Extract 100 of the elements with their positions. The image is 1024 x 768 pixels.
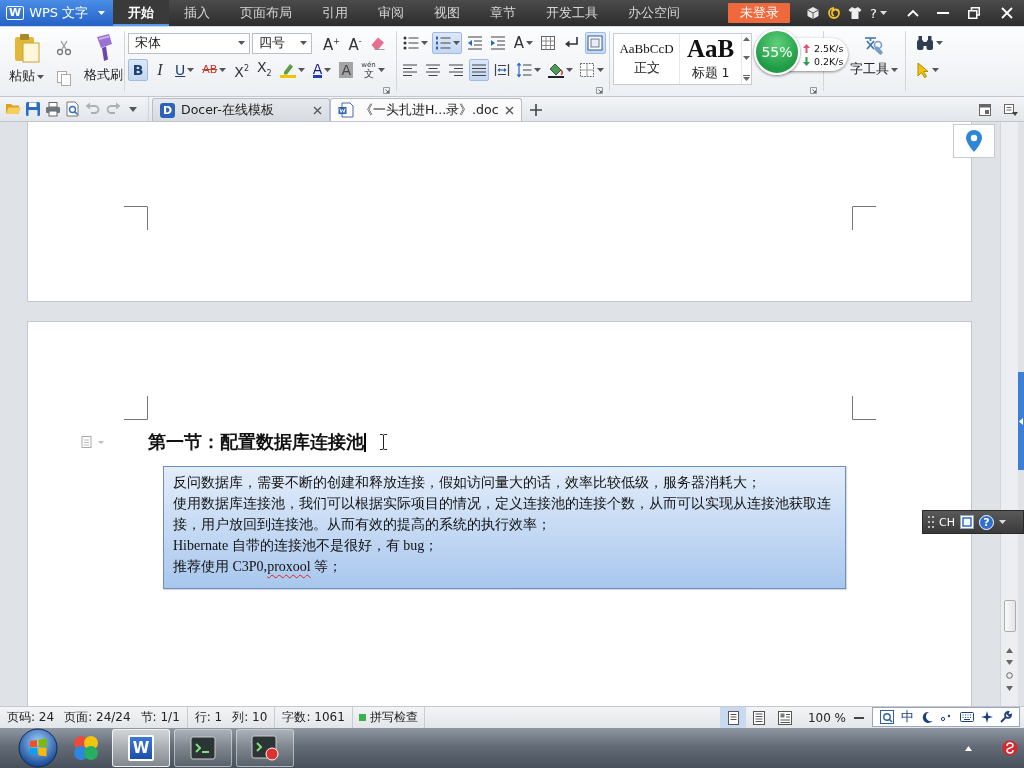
undo-icon xyxy=(85,101,101,117)
scissors-icon[interactable] xyxy=(56,40,72,56)
taskbar-app-button[interactable] xyxy=(174,729,232,767)
page-magnifier-icon xyxy=(65,101,81,117)
scrollbar-thumb[interactable] xyxy=(1003,600,1016,632)
side-panel-handle[interactable] xyxy=(1018,372,1024,470)
menu-tab[interactable]: 审阅 xyxy=(363,0,419,26)
paste-button[interactable]: 粘贴 xyxy=(5,32,48,86)
shirt-icon[interactable] xyxy=(847,6,862,20)
app-menu-button[interactable]: W WPS 文字 xyxy=(0,0,113,26)
menu-tab[interactable]: 页面布局 xyxy=(225,0,307,26)
pointer-icon xyxy=(916,62,930,78)
input-panel-icon[interactable] xyxy=(959,515,974,529)
circle-icon[interactable] xyxy=(1006,672,1013,679)
close-icon[interactable] xyxy=(313,105,322,115)
taskbar-app-button[interactable] xyxy=(236,729,294,767)
menu-tab[interactable]: 办公空间 xyxy=(613,0,695,26)
scroll-down-icon[interactable] xyxy=(743,56,750,60)
input-panel-icon[interactable] xyxy=(879,710,894,724)
caret-icon xyxy=(37,74,44,79)
taskbar-app-button[interactable]: W xyxy=(112,729,170,767)
grow-font-button[interactable]: A$^{+}$ xyxy=(320,32,343,54)
line-break-icon xyxy=(563,35,580,51)
subscript-button[interactable]: X$_{2}$ xyxy=(254,59,275,81)
plus-icon xyxy=(529,104,542,116)
scroll-up-icon[interactable] xyxy=(1006,648,1013,653)
paragraph-handle-icon[interactable] xyxy=(81,436,106,448)
border-icon xyxy=(578,62,595,78)
location-button[interactable] xyxy=(953,124,995,158)
text-tools-button[interactable]: 字工具 xyxy=(846,33,902,79)
char-scale-button[interactable]: A xyxy=(511,32,536,54)
superscript-button[interactable]: X$^{2}$ xyxy=(231,59,252,81)
margin-corner-mark xyxy=(124,396,148,420)
format-painter-button[interactable]: 格式刷 xyxy=(80,32,127,85)
font-color-button[interactable]: A xyxy=(309,59,335,81)
restore-icon[interactable] xyxy=(968,7,980,19)
help-button[interactable]: ? xyxy=(978,514,994,530)
page-icon xyxy=(725,710,740,725)
paragraph: 使用数据库连接池，我们可以根据实际项目的情况，定义连接池的连接个数，从而可以实现从连接池获取连接，用户放回到连接池。从而有效的提高的系统的执行效率； xyxy=(173,495,832,534)
caret-icon xyxy=(879,11,887,15)
keyboard-icon[interactable] xyxy=(959,712,974,722)
help-button[interactable]: ? xyxy=(865,0,892,26)
close-icon[interactable] xyxy=(504,105,514,115)
menu-tab[interactable]: 引用 xyxy=(307,0,363,26)
spell-check-button[interactable]: 拼写检查 xyxy=(352,707,424,728)
location-pin-icon xyxy=(966,130,982,152)
font-size-field[interactable]: 四号 xyxy=(252,32,312,54)
menu-tab[interactable]: 开始 xyxy=(113,0,169,26)
lines-icon xyxy=(751,710,766,725)
binoculars-icon xyxy=(916,35,934,51)
shrink-font-button[interactable]: A$^{-}$ xyxy=(344,32,365,54)
margin-corner-mark xyxy=(852,206,876,230)
cube-icon[interactable] xyxy=(805,6,820,20)
grip-icon[interactable] xyxy=(928,516,934,528)
moon-icon[interactable] xyxy=(921,711,934,723)
highlighter-icon xyxy=(279,62,296,78)
chevron-up-icon[interactable] xyxy=(907,9,919,17)
folder-icon xyxy=(5,101,21,117)
tray-app-icon[interactable] xyxy=(1002,740,1018,756)
scroll-up-icon[interactable] xyxy=(743,37,750,41)
caret-icon xyxy=(998,520,1006,524)
scroll-down-icon[interactable] xyxy=(1006,660,1013,665)
bold-button[interactable]: B xyxy=(128,59,148,81)
numbering-button[interactable] xyxy=(432,32,463,54)
menu-tab[interactable]: 插入 xyxy=(169,0,225,26)
strikethrough-button[interactable]: AB xyxy=(199,59,230,81)
font-name-field[interactable]: 宋体 xyxy=(128,32,250,54)
document-tab[interactable]: 《一头扎进H...录》.doc xyxy=(330,98,522,121)
circles-icon xyxy=(71,733,101,763)
dialog-launcher-icon xyxy=(810,86,817,94)
input-mode-label[interactable]: 中 xyxy=(900,708,914,726)
style-option[interactable]: AaBbCcD 正文 xyxy=(614,34,680,84)
start-button[interactable] xyxy=(18,728,58,768)
save-button[interactable] xyxy=(23,99,43,119)
distribute-icon xyxy=(493,62,510,78)
style-option[interactable]: AaB 标题 1 xyxy=(680,34,742,84)
document-tab[interactable]: D Docer-在线模板 xyxy=(152,98,330,121)
menu-tab[interactable]: 章节 xyxy=(475,0,531,26)
justify-button[interactable] xyxy=(468,59,490,81)
tray-arrow-icon[interactable] xyxy=(965,745,972,751)
italic-button[interactable]: I xyxy=(150,59,170,81)
menu-tab[interactable]: 视图 xyxy=(419,0,475,26)
layout-icon xyxy=(777,710,792,725)
underline-button[interactable]: U xyxy=(172,59,198,81)
window-icon[interactable] xyxy=(979,104,991,116)
page-view-button[interactable] xyxy=(719,707,746,728)
eraser-icon xyxy=(369,35,386,51)
menu-tab[interactable]: 开发工具 xyxy=(531,0,613,26)
paint-bucket-icon xyxy=(547,62,564,78)
expand-icon[interactable] xyxy=(743,75,750,81)
print-button[interactable] xyxy=(43,99,63,119)
tool-icon xyxy=(863,34,885,56)
scroll-down-icon[interactable] xyxy=(1006,686,1013,691)
swirl-icon[interactable] xyxy=(826,6,841,20)
sparkle-icon[interactable] xyxy=(981,711,994,723)
wrench-icon[interactable] xyxy=(1000,711,1013,723)
list-menu-icon[interactable] xyxy=(1004,104,1018,116)
input-language-label[interactable]: CH xyxy=(939,515,955,529)
app-logo: W xyxy=(6,6,25,20)
page-frame-icon xyxy=(587,35,604,51)
